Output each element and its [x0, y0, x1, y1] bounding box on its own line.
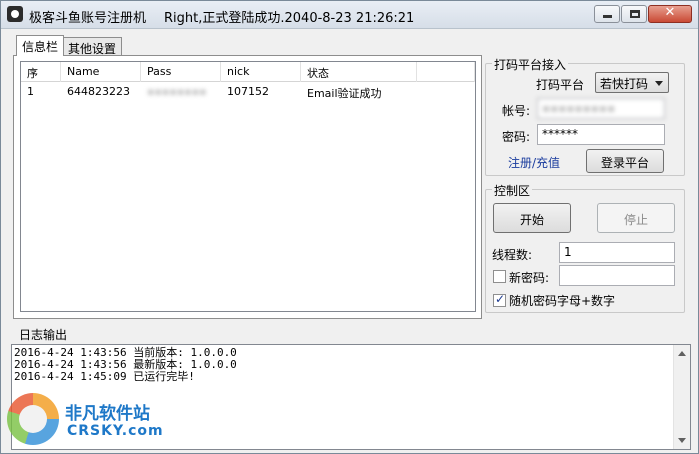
random-password-checkbox[interactable] — [493, 292, 506, 307]
column-header-status[interactable]: 状态 — [301, 62, 417, 82]
column-header-index[interactable]: 序 — [21, 62, 61, 82]
watermark-en-text: CRSKY.com — [67, 423, 164, 439]
column-header-pass[interactable]: Pass — [141, 62, 221, 82]
cell-pass: ▪▪▪▪▪▪▪▪ — [147, 85, 207, 98]
account-list[interactable]: 序 Name Pass nick 状态 1 644823223 ▪▪▪▪▪▪▪▪… — [20, 61, 476, 312]
column-header-name[interactable]: Name — [61, 62, 141, 82]
control-group-title: 控制区 — [492, 182, 533, 199]
chevron-down-icon — [655, 81, 663, 86]
table-row[interactable]: 1 644823223 ▪▪▪▪▪▪▪▪ 107152 Email验证成功 — [21, 82, 475, 100]
cell-nick: 107152 — [227, 85, 269, 98]
account-input[interactable]: ▪▪▪▪▪▪▪▪▪ — [537, 98, 665, 119]
column-header-filler — [417, 62, 475, 82]
password-label: 密码: — [502, 130, 531, 144]
window-title-text: 极客斗鱼账号注册机 — [29, 11, 147, 26]
minimize-button[interactable] — [594, 5, 620, 23]
stop-button[interactable]: 停止 — [597, 203, 675, 233]
new-password-input[interactable] — [559, 265, 675, 286]
platform-label: 打码平台 — [536, 78, 585, 92]
cell-index: 1 — [27, 85, 34, 98]
cell-status: Email验证成功 — [307, 87, 382, 100]
list-header: 序 Name Pass nick 状态 — [21, 62, 475, 82]
password-input[interactable]: ****** — [537, 124, 665, 145]
threads-label: 线程数: — [492, 248, 533, 262]
cell-name: 644823223 — [67, 85, 130, 98]
column-header-nick[interactable]: nick — [221, 62, 301, 82]
watermark-logo-icon — [7, 393, 59, 445]
threads-input[interactable]: 1 — [559, 242, 675, 263]
main-window: 极客斗鱼账号注册机 Right,正式登陆成功.2040-8-23 21:26:21… — [0, 0, 699, 454]
close-icon: ✕ — [664, 5, 676, 20]
window-title: 极客斗鱼账号注册机 Right,正式登陆成功.2040-8-23 21:26:21 — [29, 7, 414, 26]
platform-group-title: 打码平台接入 — [492, 56, 569, 73]
minimize-icon — [603, 15, 612, 18]
maximize-button[interactable] — [621, 5, 647, 23]
new-password-checkbox[interactable] — [493, 270, 506, 283]
log-scrollbar[interactable] — [673, 345, 690, 449]
log-lines: 2016-4-24 1:43:56 当前版本: 1.0.0.0 2016-4-2… — [14, 347, 237, 383]
maximize-icon — [630, 10, 640, 18]
platform-select[interactable]: 若快打码 — [595, 72, 669, 93]
random-password-label: 随机密码字母+数字 — [509, 294, 616, 308]
tab-other-settings[interactable]: 其他设置 — [62, 37, 123, 56]
window-controls: ✕ — [593, 5, 692, 23]
platform-group: 打码平台接入 打码平台 若快打码 帐号: ▪▪▪▪▪▪▪▪▪ 密码: *****… — [485, 56, 685, 176]
site-watermark: 非凡软件站 CRSKY.com — [1, 389, 164, 453]
platform-select-value: 若快打码 — [600, 77, 649, 91]
login-status-text: Right,正式登陆成功.2040-8-23 21:26:21 — [164, 11, 415, 26]
scroll-down-arrow-icon[interactable] — [678, 438, 686, 443]
log-line: 2016-4-24 1:45:09 已运行完毕! — [14, 370, 195, 383]
close-button[interactable]: ✕ — [648, 5, 692, 23]
info-tab-panel: 序 Name Pass nick 状态 1 644823223 ▪▪▪▪▪▪▪▪… — [13, 55, 482, 319]
log-label: 日志输出 — [19, 328, 68, 342]
watermark-cn-text: 非凡软件站 — [65, 404, 150, 424]
title-bar: 极客斗鱼账号注册机 Right,正式登陆成功.2040-8-23 21:26:21… — [1, 1, 698, 29]
scroll-up-arrow-icon[interactable] — [678, 351, 686, 356]
new-password-label: 新密码: — [509, 271, 550, 285]
register-recharge-link[interactable]: 注册/充值 — [508, 154, 560, 171]
account-label: 帐号: — [502, 104, 531, 118]
app-icon — [7, 6, 23, 22]
tab-info[interactable]: 信息栏 — [16, 35, 65, 56]
start-button[interactable]: 开始 — [493, 203, 571, 233]
login-platform-button[interactable]: 登录平台 — [586, 149, 664, 173]
control-group: 控制区 开始 停止 线程数: 1 新密码: 随机密码字母+数字 — [485, 182, 685, 313]
